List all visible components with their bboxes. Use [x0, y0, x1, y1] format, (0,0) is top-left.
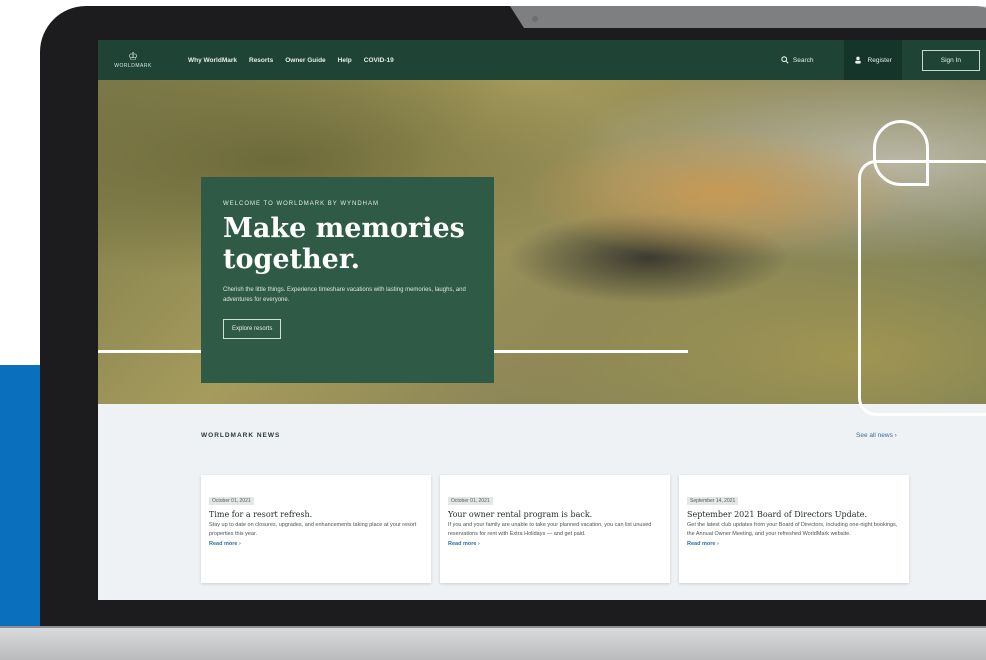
crest-icon: ♔	[128, 50, 138, 63]
news-card-body: Stay up to date on closures, upgrades, a…	[209, 522, 417, 537]
news-card[interactable]: October 01, 2021 Your owner rental progr…	[440, 475, 670, 583]
news-section-title: WORLDMARK NEWS	[201, 432, 281, 439]
nav-link-help[interactable]: Help	[338, 57, 352, 64]
nav-link-covid[interactable]: COVID-19	[364, 57, 394, 64]
hero-description: Cherish the little things. Experience ti…	[223, 287, 466, 303]
top-nav: ♔ WORLDMARK Why WorldMark Resorts Owner …	[98, 40, 986, 80]
nav-actions: Search Register Sign In	[781, 40, 986, 80]
chevron-right-icon: ›	[477, 541, 480, 547]
register-button[interactable]: Register	[843, 40, 902, 80]
explore-resorts-button[interactable]: Explore resorts	[223, 319, 282, 339]
decorative-blue-block	[0, 365, 44, 627]
chevron-right-icon: ›	[894, 432, 897, 439]
see-all-news-label: See all news	[856, 432, 893, 439]
news-card[interactable]: October 01, 2021 Time for a resort refre…	[201, 475, 431, 583]
news-date-badge: October 01, 2021	[209, 497, 254, 505]
read-more-link[interactable]: Read more ›	[448, 541, 662, 547]
chevron-right-icon: ›	[238, 541, 241, 547]
hero-headline: Make memories together.	[223, 213, 465, 275]
laptop-lid-reflection	[510, 6, 986, 28]
search-label: Search	[792, 56, 814, 64]
see-all-news-link[interactable]: See all news ›	[856, 432, 897, 439]
worldmark-logo[interactable]: ♔ WORLDMARK	[98, 40, 168, 80]
sign-in-button[interactable]: Sign In	[921, 49, 980, 71]
read-more-label: Read more	[687, 541, 716, 547]
chevron-right-icon: ›	[716, 541, 719, 547]
hero-eyebrow: WELCOME TO WORLDMARK BY WYNDHAM	[223, 201, 380, 207]
read-more-link[interactable]: Read more ›	[687, 541, 901, 547]
register-label: Register	[867, 56, 892, 64]
news-card-title: September 2021 Board of Directors Update…	[687, 510, 868, 519]
read-more-label: Read more	[209, 541, 238, 547]
news-date-badge: September 14, 2021	[687, 497, 739, 505]
decorative-line	[873, 120, 929, 186]
news-card-title: Time for a resort refresh.	[209, 510, 313, 519]
news-card[interactable]: September 14, 2021 September 2021 Board …	[679, 475, 909, 583]
read-more-label: Read more	[448, 541, 477, 547]
laptop-base	[0, 628, 986, 660]
decorative-line	[858, 160, 986, 416]
search-icon	[781, 56, 789, 64]
hero-card: WELCOME TO WORLDMARK BY WYNDHAM Make mem…	[201, 177, 494, 383]
news-date-badge: October 01, 2021	[448, 497, 493, 505]
search-button[interactable]: Search	[781, 56, 814, 64]
nav-links: Why WorldMark Resorts Owner Guide Help C…	[188, 57, 406, 64]
news-card-body: If you and your family are unable to tak…	[448, 522, 652, 537]
news-card-body: Get the latest club updates from your Bo…	[687, 522, 898, 537]
user-icon	[854, 56, 861, 64]
nav-link-resorts[interactable]: Resorts	[249, 57, 273, 64]
hero-banner: WELCOME TO WORLDMARK BY WYNDHAM Make mem…	[98, 80, 986, 416]
nav-link-why-worldmark[interactable]: Why WorldMark	[188, 57, 237, 64]
read-more-link[interactable]: Read more ›	[209, 541, 423, 547]
laptop-screen: ♔ WORLDMARK Why WorldMark Resorts Owner …	[98, 40, 986, 600]
camera-icon	[532, 16, 538, 22]
nav-link-owner-guide[interactable]: Owner Guide	[285, 57, 325, 64]
logo-text: WORLDMARK	[114, 62, 152, 69]
news-card-title: Your owner rental program is back.	[448, 510, 593, 519]
